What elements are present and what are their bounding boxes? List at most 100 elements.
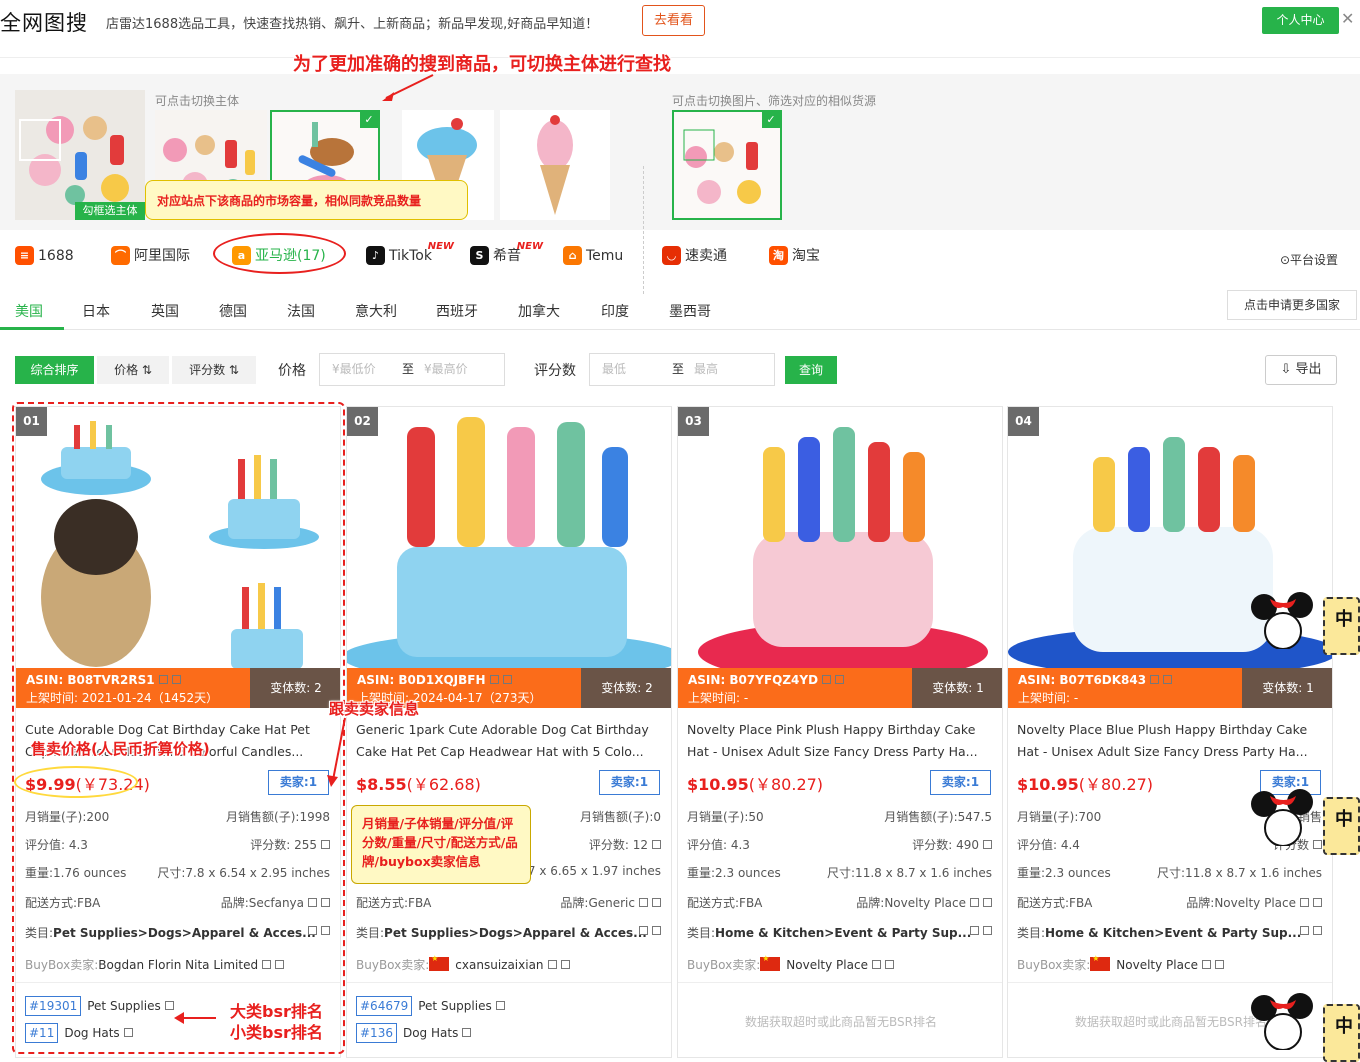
external-link-icon[interactable] [321, 840, 330, 849]
external-link-icon[interactable] [652, 926, 661, 935]
copy-icon[interactable] [1150, 675, 1160, 684]
side-widget[interactable]: 中 [1323, 597, 1360, 655]
seller-count-button[interactable]: 卖家:1 [268, 770, 329, 795]
external-link-icon[interactable] [495, 1001, 505, 1010]
country-fr[interactable]: 法国 [287, 301, 315, 321]
country-mx[interactable]: 墨西哥 [669, 301, 711, 321]
asin-label[interactable]: ASIN: B07YFQZ4YD [688, 673, 845, 687]
country-it[interactable]: 意大利 [355, 301, 397, 321]
apply-more-countries-button[interactable]: 点击申请更多国家 [1227, 290, 1357, 320]
bsr-rank[interactable]: #136 Dog Hats [356, 1023, 472, 1043]
external-link-icon[interactable] [983, 840, 992, 849]
copy-icon[interactable] [970, 926, 979, 935]
external-link-icon[interactable] [502, 675, 512, 684]
tab-shein[interactable]: S 希音 NEW [470, 241, 543, 268]
copy-icon[interactable] [639, 898, 648, 907]
product-card[interactable]: 04 ASIN: B07T6DK843 上架时间: - 变体数: 1 Novel… [1007, 406, 1333, 1058]
copy-icon[interactable] [822, 675, 832, 684]
product-title[interactable]: Novelty Place Pink Plush Happy Birthday … [687, 719, 992, 763]
external-link-icon[interactable] [1313, 898, 1322, 907]
tab-1688[interactable]: ≡ 1688 [15, 246, 74, 268]
product-image[interactable] [347, 407, 671, 669]
external-link-icon[interactable] [1163, 675, 1173, 684]
query-button[interactable]: 查询 [785, 356, 837, 384]
tab-aliexpress[interactable]: ◡ 速卖通 [662, 246, 727, 268]
product-title[interactable]: Novelty Place Blue Plush Happy Birthday … [1017, 719, 1322, 763]
go-see-button[interactable]: 去看看 [642, 5, 705, 36]
price-min-input[interactable]: ¥最低价 [332, 354, 376, 385]
seller-count-button[interactable]: 卖家:1 [930, 770, 991, 795]
product-card[interactable]: 03 ASIN: B07YFQZ4YD 上架时间: - 变体数: 1 Novel… [677, 406, 1003, 1058]
reviews-max-input[interactable]: 最高 [694, 354, 718, 385]
tab-taobao[interactable]: 淘淘宝 [769, 246, 820, 268]
external-link-icon[interactable] [835, 675, 845, 684]
external-link-icon[interactable] [462, 1028, 472, 1037]
asin-label[interactable]: ASIN: B08TVR2RS1 [26, 673, 181, 687]
asin-label[interactable]: ASIN: B07T6DK843 [1018, 673, 1173, 687]
product-image[interactable] [16, 407, 340, 669]
external-link-icon[interactable] [1313, 926, 1322, 935]
external-link-icon[interactable] [652, 840, 661, 849]
external-link-icon[interactable] [652, 898, 661, 907]
bsr-rank[interactable]: #19301 Pet Supplies [25, 996, 174, 1016]
seller-count-button[interactable]: 卖家:1 [599, 770, 660, 795]
copy-icon[interactable] [308, 926, 317, 935]
tab-tiktok[interactable]: ♪ TikTok NEW [366, 241, 454, 268]
copy-icon[interactable] [158, 675, 168, 684]
country-jp[interactable]: 日本 [82, 301, 110, 321]
copy-icon[interactable] [489, 675, 499, 684]
product-image[interactable] [678, 407, 1002, 669]
country-in[interactable]: 印度 [601, 301, 629, 321]
subject-option-4[interactable] [500, 110, 610, 220]
sort-price-button[interactable]: 价格 ⇅ [97, 356, 169, 384]
copy-icon[interactable] [970, 898, 979, 907]
bsr-rank[interactable]: #11 Dog Hats [25, 1023, 133, 1043]
source-image[interactable]: 勾框选主体 [15, 90, 145, 220]
external-link-icon[interactable] [275, 960, 285, 969]
external-link-icon[interactable] [884, 960, 894, 969]
copy-icon[interactable] [308, 898, 317, 907]
country-uk[interactable]: 英国 [151, 301, 179, 321]
price-max-input[interactable]: ¥最高价 [424, 354, 468, 385]
reviews-range-input[interactable]: 最低 至 最高 [589, 353, 775, 386]
user-center-button[interactable]: 个人中心 [1262, 7, 1339, 34]
asin-label[interactable]: ASIN: B0D1XQJBFH [357, 673, 512, 687]
copy-icon[interactable] [1300, 898, 1309, 907]
image-option-selected[interactable]: ✓ [672, 110, 782, 220]
close-icon[interactable]: ✕ [1341, 9, 1354, 28]
frame-select-tag[interactable]: 勾框选主体 [75, 202, 145, 220]
country-es[interactable]: 西班牙 [436, 301, 478, 321]
copy-icon[interactable] [1201, 960, 1211, 969]
product-card[interactable]: 02 ASIN: B0D1XQJBFH 上架时间: 2024-04-17（273… [346, 406, 672, 1058]
external-link-icon[interactable] [983, 926, 992, 935]
copy-icon[interactable] [639, 926, 648, 935]
country-us[interactable]: 美国 [15, 301, 43, 321]
sort-default-button[interactable]: 综合排序 [15, 356, 94, 384]
reviews-min-input[interactable]: 最低 [602, 354, 626, 385]
external-link-icon[interactable] [171, 675, 181, 684]
tab-temu[interactable]: ⌂ Temu [563, 246, 623, 268]
external-link-icon[interactable] [560, 960, 570, 969]
copy-icon[interactable] [871, 960, 881, 969]
external-link-icon[interactable] [983, 898, 992, 907]
tab-alibaba[interactable]: ⌒ 阿里国际 [111, 246, 190, 268]
bsr-rank[interactable]: #64679 Pet Supplies [356, 996, 505, 1016]
external-link-icon[interactable] [1214, 960, 1224, 969]
side-widget[interactable]: 中 [1323, 1004, 1360, 1062]
external-link-icon[interactable] [321, 926, 330, 935]
platform-settings-button[interactable]: ⊙平台设置 [1280, 251, 1338, 268]
product-title[interactable]: Generic 1park Cute Adorable Dog Cat Birt… [356, 719, 661, 763]
product-card[interactable]: 01 ASIN: B08TVR2RS1 上架时间: 2021-01-24（145… [15, 406, 341, 1058]
country-ca[interactable]: 加拿大 [518, 301, 560, 321]
price-range-input[interactable]: ¥最低价 至 ¥最高价 [319, 353, 505, 386]
sort-reviews-button[interactable]: 评分数 ⇅ [172, 356, 256, 384]
side-widget[interactable]: 中 [1323, 797, 1360, 855]
country-de[interactable]: 德国 [219, 301, 247, 321]
country-tabs: 美国 日本 英国 德国 法国 意大利 西班牙 加拿大 印度 墨西哥 点击申请更多… [0, 290, 1360, 330]
copy-icon[interactable] [1300, 926, 1309, 935]
copy-icon[interactable] [262, 960, 272, 969]
copy-icon[interactable] [547, 960, 557, 969]
export-button[interactable]: ⇩ 导出 [1265, 355, 1337, 385]
external-link-icon[interactable] [321, 898, 330, 907]
external-link-icon[interactable] [123, 1028, 133, 1037]
